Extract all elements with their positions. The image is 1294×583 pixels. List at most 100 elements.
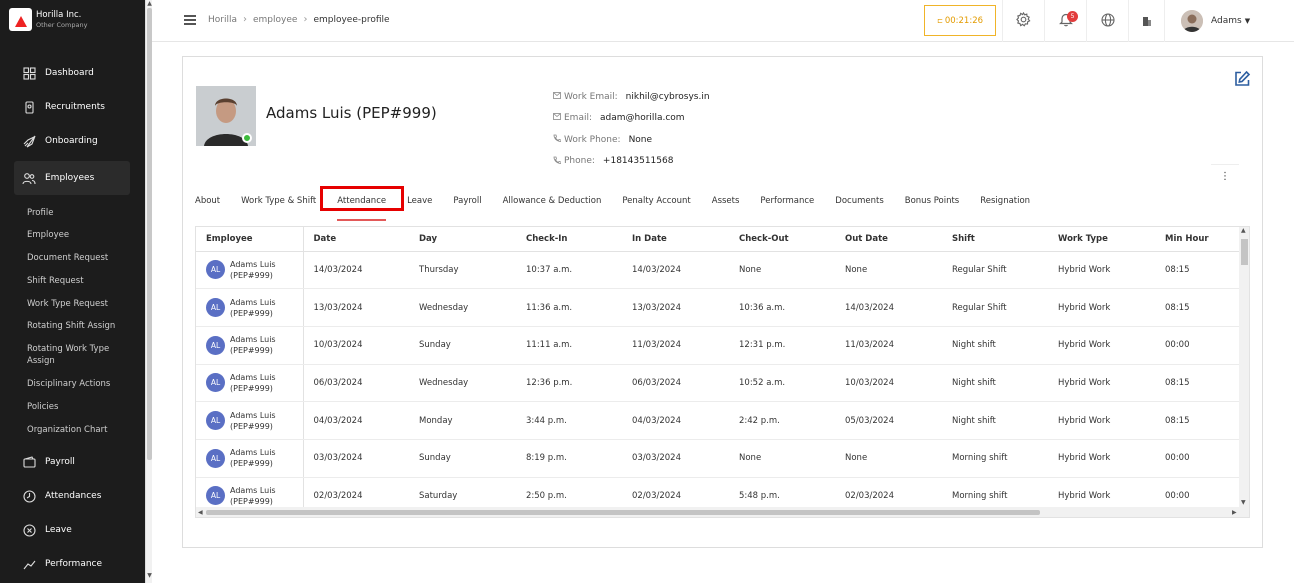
- sidebar-item-label: Attendances: [45, 491, 102, 501]
- sub-item-document-request[interactable]: Document Request: [27, 252, 127, 264]
- tab-leave[interactable]: Leave: [407, 194, 432, 208]
- sub-item-disciplinary-actions[interactable]: Disciplinary Actions: [27, 378, 127, 390]
- company-brand[interactable]: Horilla Inc. Other Company: [9, 8, 87, 31]
- scrollbar-thumb[interactable]: [206, 510, 1040, 515]
- employee-code: (PEP#999): [230, 346, 273, 356]
- tab-allowance-deduction[interactable]: Allowance & Deduction: [503, 194, 602, 208]
- sub-item-organization-chart[interactable]: Organization Chart: [27, 424, 127, 436]
- tab-resignation[interactable]: Resignation: [980, 194, 1030, 208]
- column-header-date: Date: [303, 227, 409, 252]
- table-row[interactable]: AL Adams Luis (PEP#999) 14/03/2024 Thursda…: [196, 251, 1239, 290]
- more-vertical-icon: ⋮: [1220, 171, 1230, 182]
- tab-payroll[interactable]: Payroll: [453, 194, 481, 208]
- notifications-button[interactable]: 5: [1044, 0, 1086, 42]
- cell-check-in: 10:37 a.m.: [516, 251, 622, 290]
- column-header-out-date: Out Date: [835, 227, 942, 252]
- sidebar-item-label: Leave: [45, 525, 72, 535]
- sidebar-item-leave[interactable]: Leave: [14, 513, 130, 547]
- table-row[interactable]: AL Adams Luis (PEP#999) 03/03/2024 Sunday …: [196, 439, 1239, 478]
- employee-code: (PEP#999): [230, 308, 273, 318]
- cell-shift: Night shift: [942, 401, 1048, 440]
- sidebar-item-recruitments[interactable]: Recruitments: [14, 90, 130, 124]
- employee-code: (PEP#999): [230, 459, 273, 469]
- employee-name: Adams Luis: [230, 485, 276, 495]
- sidebar-item-attendances[interactable]: Attendances: [14, 479, 130, 513]
- cell-shift: Regular Shift: [942, 288, 1048, 327]
- work-phone-row: Work Phone: None: [553, 129, 710, 151]
- tab-bonus-points[interactable]: Bonus Points: [905, 194, 959, 208]
- table-row[interactable]: AL Adams Luis (PEP#999) 13/03/2024 Wednesd…: [196, 288, 1239, 327]
- table-row[interactable]: AL Adams Luis (PEP#999) 04/03/2024 Monday …: [196, 401, 1239, 440]
- column-header-employee: Employee: [196, 227, 304, 252]
- scroll-up-arrow[interactable]: ▲: [1241, 227, 1246, 234]
- tab-about[interactable]: About: [195, 194, 220, 208]
- scroll-right-arrow[interactable]: ▶: [1232, 509, 1237, 516]
- sub-item-policies[interactable]: Policies: [27, 401, 127, 413]
- cell-in-date: 06/03/2024: [622, 364, 729, 403]
- table-row[interactable]: AL Adams Luis (PEP#999) 06/03/2024 Wednesd…: [196, 364, 1239, 403]
- scroll-left-arrow[interactable]: ◀: [198, 509, 203, 516]
- sidebar-item-onboarding[interactable]: Onboarding: [14, 124, 130, 158]
- timer-icon: ⊏: [936, 16, 943, 25]
- sub-item-profile[interactable]: Profile: [27, 207, 127, 219]
- scrollbar-thumb[interactable]: [147, 8, 152, 460]
- sub-item-rotating-shift-assign[interactable]: Rotating Shift Assign: [27, 320, 127, 332]
- table-horizontal-scrollbar[interactable]: ◀ ▶: [196, 507, 1249, 517]
- avatar: AL: [206, 448, 225, 468]
- sidebar-item-dashboard[interactable]: Dashboard: [14, 56, 130, 90]
- cell-day: Monday: [409, 401, 516, 440]
- tab-work-type-shift[interactable]: Work Type & Shift: [241, 194, 316, 208]
- company-switch-button[interactable]: [1128, 0, 1164, 42]
- cell-work-type: Hybrid Work: [1048, 251, 1155, 290]
- caret-down-icon: ▼: [1244, 17, 1251, 25]
- sub-item-shift-request[interactable]: Shift Request: [27, 275, 127, 287]
- work-phone-label: Work Phone:: [564, 134, 621, 145]
- tab-documents[interactable]: Documents: [835, 194, 883, 208]
- sub-item-work-type-request[interactable]: Work Type Request: [27, 298, 127, 310]
- avatar: AL: [206, 411, 225, 431]
- cell-day: Wednesday: [409, 288, 516, 327]
- breadcrumb-horilla[interactable]: Horilla: [208, 15, 237, 25]
- sidebar-item-employees[interactable]: Employees: [14, 161, 130, 195]
- column-header-min-hour: Min Hour: [1155, 227, 1239, 252]
- scrollbar-thumb[interactable]: [1241, 239, 1248, 265]
- email-label: Email:: [564, 113, 593, 124]
- attendance-timer-button[interactable]: ⊏ 00:21:26: [924, 5, 996, 36]
- cell-check-out: None: [729, 251, 835, 290]
- sub-item-rotating-work-type-assign[interactable]: Rotating Work Type Assign: [27, 343, 127, 367]
- cell-in-date: 14/03/2024: [622, 251, 729, 290]
- scroll-down-arrow[interactable]: ▼: [1241, 499, 1246, 506]
- sidebar: Horilla Inc. Other Company Dashboard Rec…: [0, 0, 145, 583]
- language-button[interactable]: [1086, 0, 1128, 42]
- tab-performance[interactable]: Performance: [760, 194, 814, 208]
- phone-label: Phone:: [564, 156, 595, 167]
- settings-button[interactable]: [1002, 0, 1044, 42]
- employee-name: Adams Luis: [230, 372, 276, 382]
- menu-toggle-icon[interactable]: [184, 15, 196, 25]
- sub-item-employee[interactable]: Employee: [27, 229, 127, 241]
- sidebar-item-label: Recruitments: [45, 102, 105, 112]
- sidebar-scrollbar[interactable]: ▲ ▼: [145, 0, 152, 583]
- table-vertical-scrollbar[interactable]: ▲ ▼: [1239, 227, 1249, 507]
- edit-icon: [1233, 70, 1251, 92]
- edit-profile-button[interactable]: [1233, 70, 1251, 92]
- cell-out-date: 05/03/2024: [835, 401, 942, 440]
- tab-assets[interactable]: Assets: [712, 194, 740, 208]
- online-status-indicator: [242, 133, 252, 143]
- tab-penalty-account[interactable]: Penalty Account: [622, 194, 690, 208]
- more-options-button[interactable]: ⋮: [1211, 164, 1239, 188]
- avatar: [1181, 10, 1203, 32]
- email-row: Email: adam@horilla.com: [553, 108, 710, 130]
- scroll-down-arrow[interactable]: ▼: [146, 572, 153, 579]
- sidebar-item-label: Payroll: [45, 457, 75, 467]
- cell-check-out: 2:42 p.m.: [729, 401, 835, 440]
- user-menu[interactable]: Adams ▼: [1164, 0, 1294, 42]
- phone-value: +18143511568: [602, 156, 674, 167]
- mail-icon: [553, 91, 561, 102]
- column-header-work-type: Work Type: [1048, 227, 1155, 252]
- sidebar-item-performance[interactable]: Performance: [14, 547, 130, 581]
- attendance-table: Employee Date Day Check-In In Date Check…: [196, 227, 1239, 516]
- table-row[interactable]: AL Adams Luis (PEP#999) 10/03/2024 Sunday …: [196, 326, 1239, 365]
- breadcrumb-employee[interactable]: employee: [253, 15, 297, 25]
- sidebar-item-payroll[interactable]: Payroll: [14, 445, 130, 479]
